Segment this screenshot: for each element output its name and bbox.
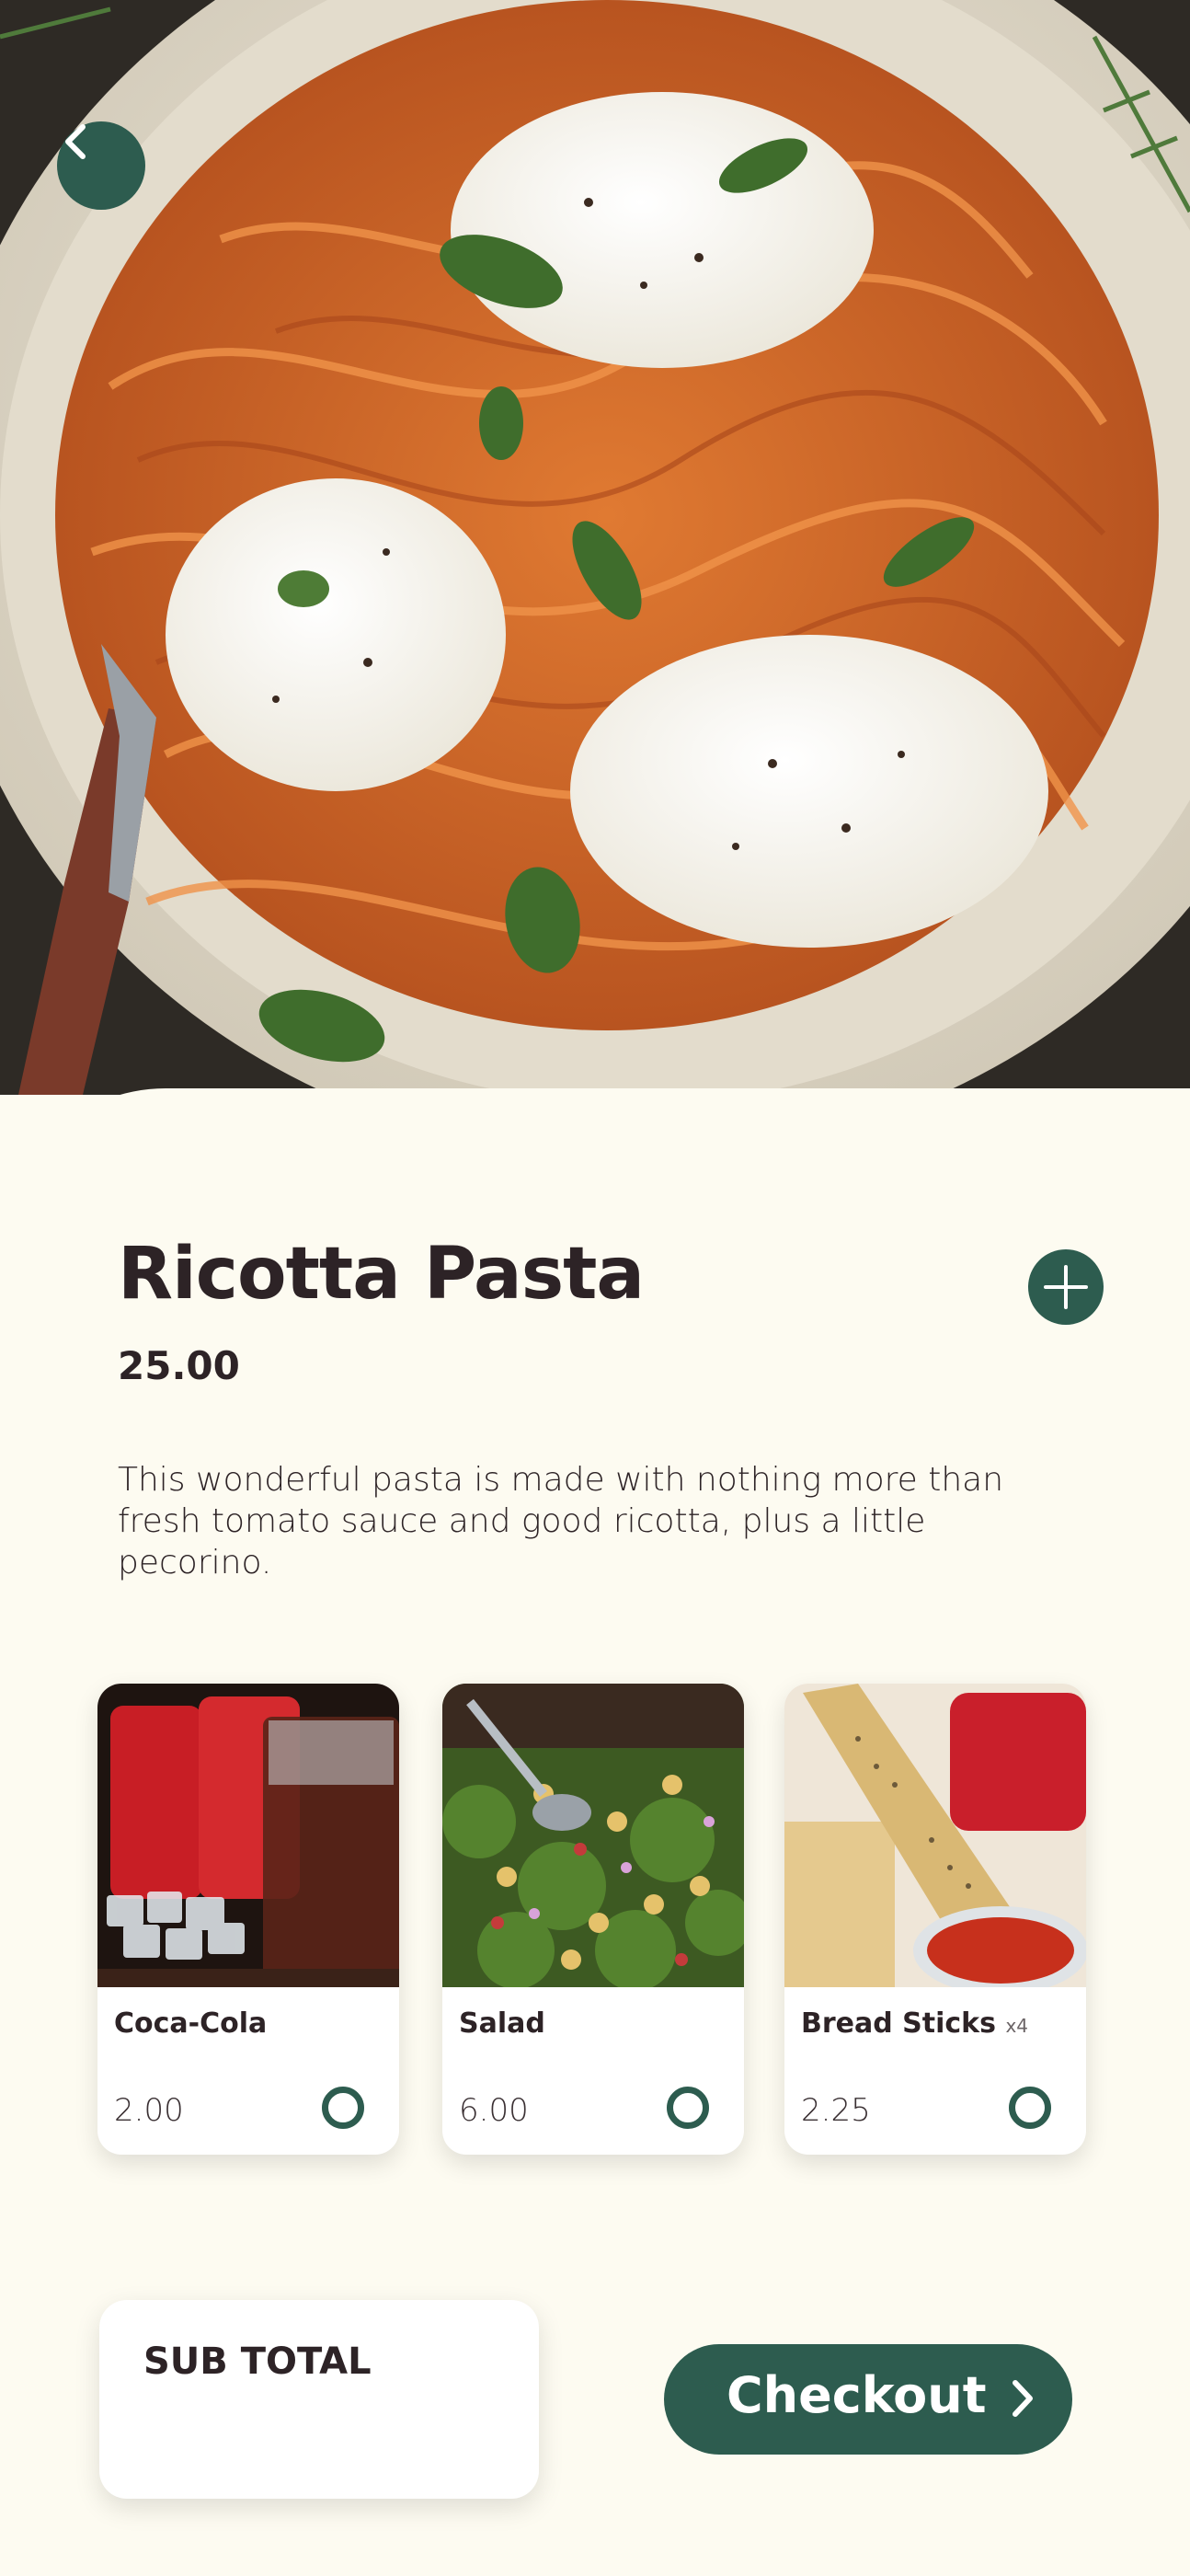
checkout-button[interactable]: Checkout <box>664 2344 1072 2455</box>
extra-price: 2.25 <box>801 2092 871 2129</box>
extra-select-radio[interactable] <box>1009 2087 1051 2129</box>
extra-quantity: x4 <box>1005 2015 1029 2037</box>
subtotal-label: SUB TOTAL <box>143 2340 372 2383</box>
extra-select-radio[interactable] <box>322 2087 364 2129</box>
dish-title: Ricotta Pasta <box>118 1233 645 1316</box>
extra-card-salad[interactable]: Salad 6.00 <box>442 1684 744 2155</box>
subtotal-box: SUB TOTAL <box>99 2300 539 2499</box>
extra-price: 2.00 <box>114 2092 184 2129</box>
extra-card-bread-sticks[interactable]: Bread Sticks x4 2.25 <box>784 1684 1086 2155</box>
salad-image <box>442 1684 744 1987</box>
extra-card-coca-cola[interactable]: Coca-Cola 2.00 <box>97 1684 399 2155</box>
hero-photo <box>0 0 1190 1095</box>
bread-sticks-image <box>784 1684 1086 1987</box>
plus-icon <box>1042 1263 1090 1311</box>
coca-cola-image <box>97 1684 399 1987</box>
back-button[interactable] <box>57 121 145 210</box>
extra-select-radio[interactable] <box>667 2087 709 2129</box>
checkout-label: Checkout <box>727 2366 987 2424</box>
add-to-cart-button[interactable] <box>1028 1249 1104 1325</box>
pasta-dish-image <box>0 0 1190 1095</box>
extra-name: Coca-Cola <box>114 2007 268 2040</box>
dish-price: 25.00 <box>118 1343 240 1388</box>
extra-name: Bread Sticks x4 <box>801 2007 1029 2040</box>
extra-name: Salad <box>459 2007 545 2040</box>
chevron-right-icon <box>1004 2377 1041 2423</box>
extra-price: 6.00 <box>459 2092 529 2129</box>
dish-description: This wonderful pasta is made with nothin… <box>118 1461 1004 1581</box>
